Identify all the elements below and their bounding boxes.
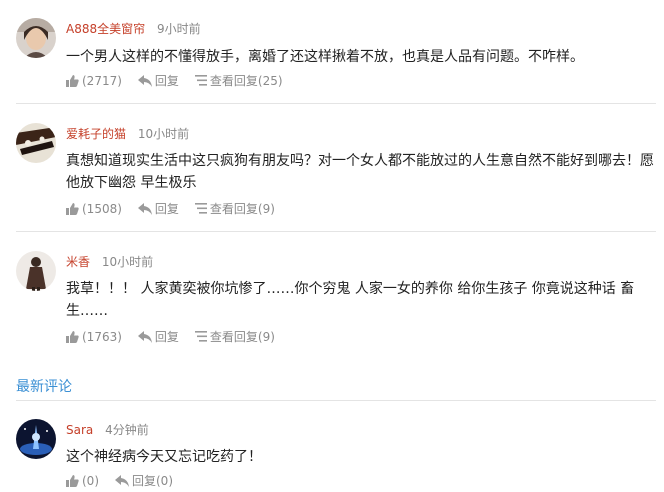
comment-actions: (1763) 回复 查看回复(9) (66, 328, 291, 345)
reply-button[interactable]: 回复 (137, 200, 179, 217)
reply-arrow-icon (137, 202, 152, 215)
reply-label: 回复 (154, 202, 179, 216)
divider (16, 103, 656, 104)
avatar[interactable] (16, 123, 56, 163)
like-button[interactable]: (0) (66, 474, 99, 488)
comment-meta: 米香 10小时前 (66, 253, 153, 270)
like-count: (0) (82, 473, 99, 488)
like-button[interactable]: (1508) (66, 202, 122, 216)
comment-actions: (1508) 回复 查看回复(9) (66, 200, 291, 217)
view-replies-button[interactable]: 查看回复(25) (194, 72, 283, 89)
avatar[interactable] (16, 419, 56, 459)
timestamp: 9小时前 (156, 22, 201, 36)
list-icon (194, 203, 207, 214)
thumbs-up-icon (66, 202, 79, 215)
username[interactable]: Sara (66, 423, 93, 437)
latest-comments-title: 最新评论 (16, 379, 72, 395)
timestamp: 4分钟前 (105, 423, 149, 437)
reply-arrow-icon (115, 474, 129, 487)
reply-arrow-icon (137, 74, 152, 87)
reply-button[interactable]: 回复 (137, 328, 179, 345)
view-replies-button[interactable]: 查看回复(9) (194, 328, 275, 345)
timestamp: 10小时前 (137, 127, 190, 141)
avatar[interactable] (16, 251, 56, 291)
like-count: (1508) (82, 201, 122, 216)
reply-button[interactable]: 回复 (137, 72, 179, 89)
username[interactable]: 米香 (66, 255, 90, 269)
view-replies-button[interactable]: 查看回复(9) (194, 200, 275, 217)
thumbs-up-icon (66, 74, 79, 87)
comment-text: 一个男人这样的不懂得放手，离婚了还这样揪着不放，也真是人品有问题。不咋样。 (66, 49, 584, 65)
comment-meta: Sara 4分钟前 (66, 421, 149, 438)
thumbs-up-icon (66, 330, 79, 343)
thumbs-up-icon (66, 474, 79, 487)
like-button[interactable]: (2717) (66, 74, 122, 88)
reply-arrow-icon (137, 330, 152, 343)
list-icon (194, 331, 207, 342)
like-count: (1763) (82, 329, 122, 344)
username[interactable]: A888全美窗帘 (66, 22, 145, 36)
comment-meta: 爱耗子的猫 10小时前 (66, 125, 189, 142)
comment-text: 这个神经病今天又忘记吃药了！ (66, 449, 262, 465)
avatar[interactable] (16, 18, 56, 58)
view-replies-label: 查看回复(9) (209, 330, 275, 344)
view-replies-label: 查看回复(25) (209, 74, 283, 88)
view-replies-label: 查看回复(9) (209, 202, 275, 216)
like-button[interactable]: (1763) (66, 330, 122, 344)
comment-actions: (2717) 回复 查看回复(25) (66, 72, 299, 89)
divider (16, 400, 656, 401)
comment-meta: A888全美窗帘 9小时前 (66, 20, 201, 37)
reply-label: 回复 (154, 74, 179, 88)
list-icon (194, 75, 207, 86)
divider (16, 231, 656, 232)
comment-text: 真想知道现实生活中这只疯狗有朋友吗？对一个女人都不能放过的人生意自然不能好到哪去… (66, 153, 654, 191)
username[interactable]: 爱耗子的猫 (66, 127, 126, 141)
reply-label: 回复(0) (132, 474, 173, 488)
comment-text: 我草！！！ 人家黄奕被你坑惨了……你个穷鬼 人家一女的养你 给你生孩子 你竟说这… (66, 281, 635, 319)
comment-actions: (0) 回复(0) (66, 472, 189, 489)
like-count: (2717) (82, 73, 122, 88)
reply-label: 回复 (154, 330, 179, 344)
timestamp: 10小时前 (101, 255, 154, 269)
reply-button[interactable]: 回复(0) (115, 472, 173, 489)
